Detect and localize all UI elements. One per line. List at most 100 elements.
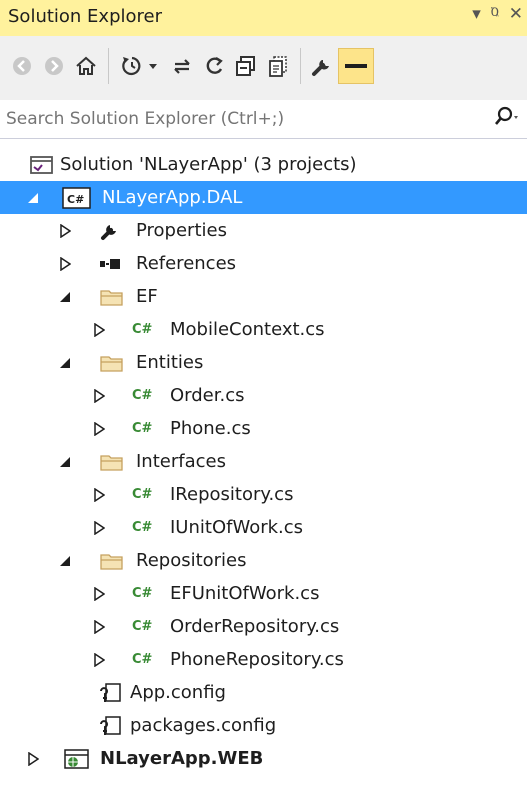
collapsed-arrow-icon[interactable] bbox=[92, 322, 106, 337]
expanded-arrow-icon[interactable] bbox=[58, 455, 72, 469]
tree-item-file-mobilecontext[interactable]: C# MobileContext.cs bbox=[0, 313, 527, 346]
tree-item-label: Order.cs bbox=[170, 385, 245, 406]
expanded-arrow-icon[interactable] bbox=[58, 554, 72, 568]
tree-item-file-irepository[interactable]: C# IRepository.cs bbox=[0, 478, 527, 511]
collapse-all-icon bbox=[236, 56, 255, 76]
wrench-icon bbox=[312, 60, 329, 76]
tree-item-file-orderrepository[interactable]: C# OrderRepository.cs bbox=[0, 610, 527, 643]
tree-item-label: Properties bbox=[136, 220, 227, 241]
forward-button[interactable] bbox=[38, 48, 70, 84]
show-all-files-button[interactable] bbox=[262, 48, 294, 84]
search-input[interactable] bbox=[6, 106, 486, 132]
collapse-all-button[interactable] bbox=[230, 48, 262, 84]
csharp-file-icon: C# bbox=[132, 520, 153, 535]
pin-icon[interactable]: ⱒ bbox=[491, 4, 499, 24]
collapsed-arrow-icon[interactable] bbox=[92, 421, 106, 436]
tree-item-folder-repositories[interactable]: Repositories bbox=[0, 544, 527, 577]
tree-item-label: NLayerApp.DAL bbox=[102, 187, 243, 208]
dropdown-arrow-icon bbox=[149, 64, 157, 69]
refresh-icon bbox=[206, 57, 223, 74]
show-all-files-icon bbox=[269, 56, 287, 77]
panel-title: Solution Explorer bbox=[8, 6, 162, 27]
search-options-button[interactable] bbox=[493, 106, 519, 132]
tree-item-file-order[interactable]: C# Order.cs bbox=[0, 379, 527, 412]
csharp-file-icon: C# bbox=[132, 619, 153, 634]
tree-item-label: PhoneRepository.cs bbox=[170, 649, 344, 670]
collapsed-arrow-icon[interactable] bbox=[92, 652, 106, 667]
close-icon[interactable]: ✕ bbox=[509, 4, 523, 24]
tree-item-solution[interactable]: Solution 'NLayerApp' (3 projects) bbox=[0, 148, 527, 181]
csharp-file-icon: C# bbox=[132, 652, 153, 667]
preview-selected-icon bbox=[345, 64, 367, 68]
csharp-file-icon: C# bbox=[132, 388, 153, 403]
csharp-file-icon: C# bbox=[132, 322, 153, 337]
wrench-icon bbox=[100, 221, 120, 241]
search-bar bbox=[0, 100, 527, 139]
tree-item-label: IUnitOfWork.cs bbox=[170, 517, 304, 538]
csharp-project-icon: C# bbox=[62, 186, 92, 209]
tree-item-label: OrderRepository.cs bbox=[170, 616, 340, 637]
tree-item-label: Interfaces bbox=[136, 451, 226, 472]
toolbar bbox=[0, 36, 527, 101]
tree-item-file-iunitofwork[interactable]: C# IUnitOfWork.cs bbox=[0, 511, 527, 544]
tree-item-folder-entities[interactable]: Entities bbox=[0, 346, 527, 379]
collapsed-arrow-icon[interactable] bbox=[26, 751, 40, 766]
tree-item-project-dal[interactable]: C# NLayerApp.DAL bbox=[0, 181, 527, 214]
tree-item-label: App.config bbox=[130, 682, 226, 703]
clock-filter-icon bbox=[122, 56, 141, 76]
filter-dropdown-button[interactable] bbox=[144, 48, 162, 84]
home-button[interactable] bbox=[70, 48, 102, 84]
collapsed-arrow-icon[interactable] bbox=[58, 256, 72, 271]
window-menu-icon[interactable]: ▾ bbox=[472, 4, 481, 24]
expanded-arrow-icon[interactable] bbox=[58, 356, 72, 370]
home-icon bbox=[76, 56, 96, 75]
tree-item-label: MobileContext.cs bbox=[170, 319, 325, 340]
expanded-arrow-icon[interactable] bbox=[58, 290, 72, 304]
svg-text:C#: C# bbox=[67, 193, 84, 206]
collapsed-arrow-icon[interactable] bbox=[92, 520, 106, 535]
sync-arrows-icon bbox=[174, 59, 190, 74]
tree-item-file-packages-config[interactable]: packages.config bbox=[0, 709, 527, 742]
back-button[interactable] bbox=[6, 48, 38, 84]
folder-icon bbox=[100, 551, 124, 571]
title-bar: Solution Explorer ▾ ⱒ ✕ bbox=[0, 0, 527, 36]
tree-item-label: Phone.cs bbox=[170, 418, 251, 439]
solution-icon bbox=[30, 155, 54, 175]
tree-item-folder-interfaces[interactable]: Interfaces bbox=[0, 445, 527, 478]
collapsed-arrow-icon[interactable] bbox=[92, 586, 106, 601]
tree-item-label: EFUnitOfWork.cs bbox=[170, 583, 320, 604]
tree-item-label: Repositories bbox=[136, 550, 247, 571]
tree-item-file-phone[interactable]: C# Phone.cs bbox=[0, 412, 527, 445]
preview-selected-items-button[interactable] bbox=[338, 48, 374, 84]
web-project-icon bbox=[64, 748, 90, 770]
folder-icon bbox=[100, 452, 124, 472]
properties-button[interactable] bbox=[306, 48, 338, 84]
tree-item-folder-ef[interactable]: EF bbox=[0, 280, 527, 313]
folder-icon bbox=[100, 353, 124, 373]
references-icon bbox=[100, 257, 122, 271]
csharp-file-icon: C# bbox=[132, 487, 153, 502]
tree-item-label: Solution 'NLayerApp' (3 projects) bbox=[60, 154, 357, 175]
tree-item-file-efunitofwork[interactable]: C# EFUnitOfWork.cs bbox=[0, 577, 527, 610]
refresh-button[interactable] bbox=[198, 48, 230, 84]
search-icon bbox=[495, 106, 518, 125]
tree-item-references[interactable]: References bbox=[0, 247, 527, 280]
tree-item-file-app-config[interactable]: App.config bbox=[0, 676, 527, 709]
collapsed-arrow-icon[interactable] bbox=[58, 223, 72, 238]
sync-with-active-document-button[interactable] bbox=[166, 48, 198, 84]
tree-item-label: Entities bbox=[136, 352, 204, 373]
tree-item-label: NLayerApp.WEB bbox=[100, 748, 264, 769]
tree-item-label: EF bbox=[136, 286, 158, 307]
tree-item-project-web[interactable]: NLayerApp.WEB bbox=[0, 742, 527, 775]
collapsed-arrow-icon[interactable] bbox=[92, 388, 106, 403]
tree-item-file-phonerepository[interactable]: C# PhoneRepository.cs bbox=[0, 643, 527, 676]
collapsed-arrow-icon[interactable] bbox=[92, 619, 106, 634]
tree-item-properties[interactable]: Properties bbox=[0, 214, 527, 247]
csharp-file-icon: C# bbox=[132, 586, 153, 601]
tree-item-label: packages.config bbox=[130, 715, 277, 736]
back-icon bbox=[13, 57, 31, 75]
csharp-file-icon: C# bbox=[132, 421, 153, 436]
folder-icon bbox=[100, 287, 124, 307]
expanded-arrow-icon[interactable] bbox=[26, 191, 40, 205]
collapsed-arrow-icon[interactable] bbox=[92, 487, 106, 502]
